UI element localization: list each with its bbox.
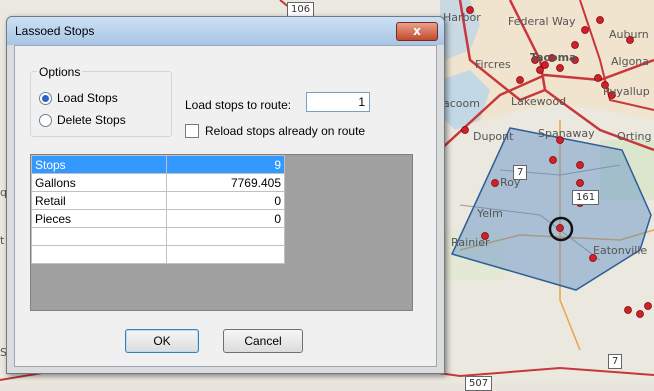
table-row-retail[interactable]: Retail 0 [31,191,285,210]
map-label-eatonville: Eatonville [593,244,648,257]
cell-name [31,227,167,246]
highway-shield-161: 161 [572,190,600,205]
options-group: Options Load Stops Delete Stops [30,65,172,137]
table-row-gallons[interactable]: Gallons 7769.405 [31,173,285,192]
load-stops-radio[interactable]: Load Stops [39,91,118,105]
dialog-titlebar[interactable]: Lassoed Stops x [7,17,444,45]
radio-unselected-icon [39,113,52,127]
cell-value [166,227,285,246]
map-label-dupont: Dupont [473,130,514,143]
cell-value: 0 [166,191,285,210]
map-label-spanaway: Spanaway [538,127,595,140]
map-label-lakewood: Lakewood [511,95,567,108]
reload-stops-label: Reload stops already on route [205,124,366,138]
cell-name: Pieces [31,209,167,228]
map-label-orting: Orting [617,130,652,143]
reload-stops-checkbox[interactable]: Reload stops already on route [185,124,365,138]
close-button[interactable]: x [396,22,438,41]
cell-value [166,245,285,264]
table-row-stops[interactable]: Stops 9 [31,155,285,174]
options-legend: Options [37,65,83,79]
cell-name: Gallons [31,173,167,192]
load-stops-label: Load Stops [57,91,118,105]
delete-stops-label: Delete Stops [57,113,126,127]
map-label-puyallup: Puyallup [603,85,650,98]
table-row-empty[interactable] [31,245,285,264]
table-row-empty[interactable] [31,227,285,246]
map-label-algona: Algona [611,55,650,68]
cell-name: Retail [31,191,167,210]
highway-shield-bottom: 507 [465,376,493,391]
ok-button[interactable]: OK [125,329,199,353]
table-row-pieces[interactable]: Pieces 0 [31,209,285,228]
cancel-button[interactable]: Cancel [223,329,303,353]
cell-name: Stops [31,155,167,174]
cell-name [31,245,167,264]
map-label-acoom: acoom [443,97,480,110]
load-to-route-label: Load stops to route: [185,98,292,112]
delete-stops-radio[interactable]: Delete Stops [39,113,126,127]
summary-table: Stops 9 Gallons 7769.405 Retail 0 Pieces… [31,155,285,264]
highway-shield-106: 106 [287,2,315,17]
radio-selected-icon [39,91,52,105]
checkbox-icon [185,124,199,138]
map-label-tacoma: Tacoma [530,51,577,64]
map-label-yelm: Yelm [477,207,503,220]
highway-shield-7-bottom: 7 [608,354,623,369]
stops-summary-grid[interactable]: Stops 9 Gallons 7769.405 Retail 0 Pieces… [30,154,413,311]
map-label-auburn: Auburn [609,28,649,41]
map-label-rainier: Rainier [451,236,490,249]
cell-value: 0 [166,209,285,228]
map-label-harbor: Harbor [443,11,481,24]
map-label-federal-way: Federal Way [508,15,576,28]
highway-shield-7: 7 [513,165,528,180]
lassoed-stops-dialog: Lassoed Stops x Options Load Stops Delet… [6,16,445,374]
map-label-left-t: t [0,234,5,247]
route-number-input[interactable] [306,92,370,112]
cell-value: 9 [166,155,285,174]
dialog-title: Lassoed Stops [15,24,95,38]
dialog-body: Options Load Stops Delete Stops Load sto… [14,45,437,367]
map-label-fircrest: Fircres [475,58,511,71]
close-icon: x [413,24,421,38]
cell-value: 7769.405 [166,173,285,192]
